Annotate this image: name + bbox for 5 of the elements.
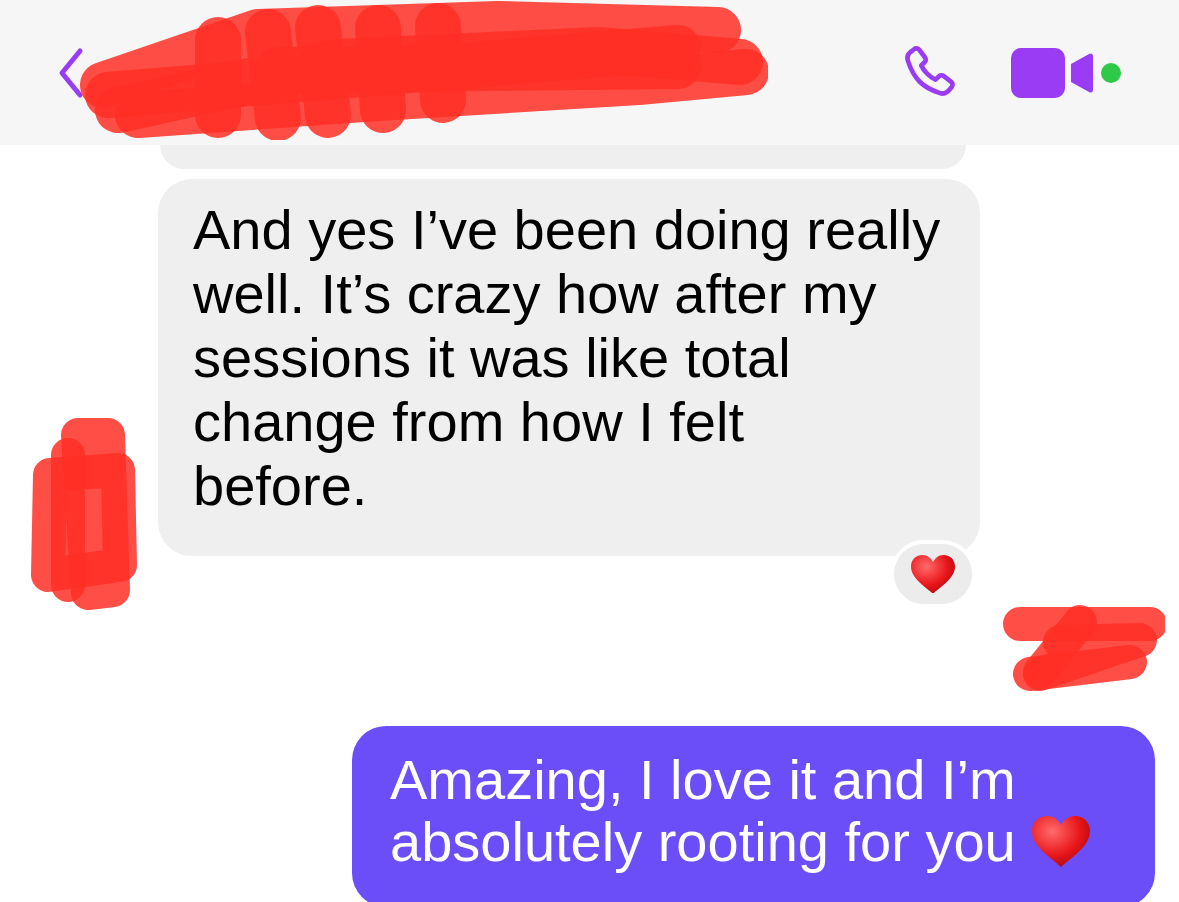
video-camera-icon[interactable]: [1011, 45, 1093, 100]
message-text: Amazing, I love it and I’m absolutely rooting for you: [390, 748, 1016, 873]
message-text: And yes I’ve been doing really well. It’s crazy how after my sessions it was like total change from how I felt before.: [193, 198, 942, 518]
back-chevron-icon[interactable]: [58, 46, 84, 99]
heart-icon: [911, 554, 955, 594]
